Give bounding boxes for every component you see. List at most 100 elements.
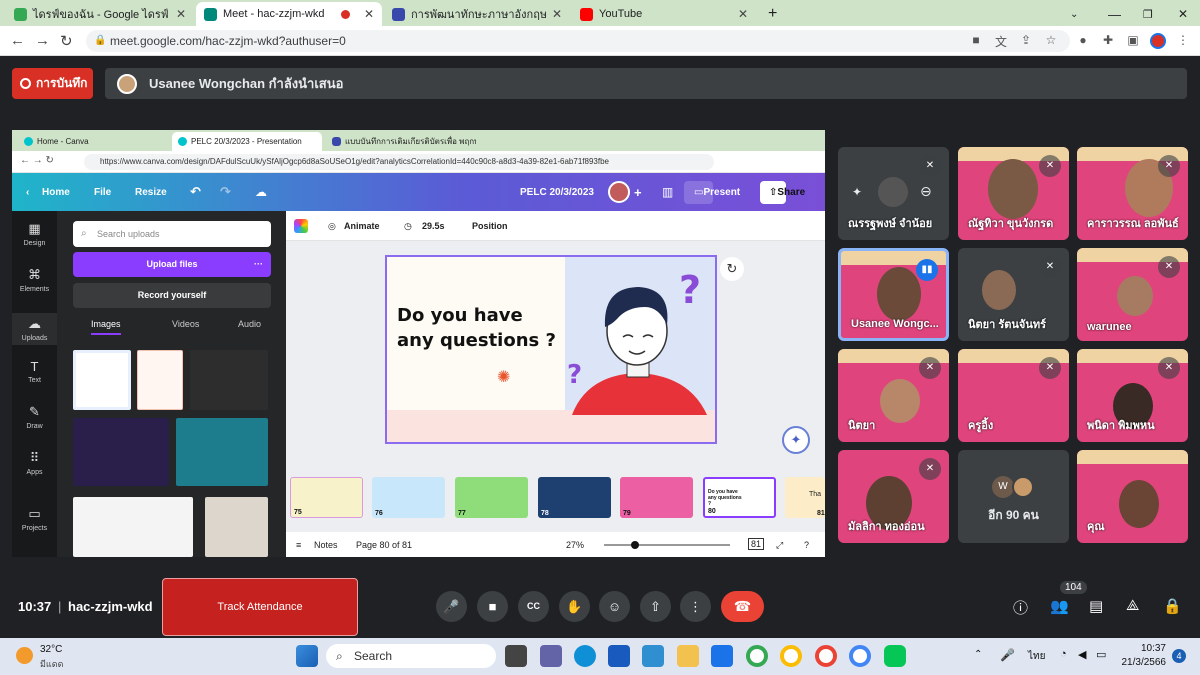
tab-drive[interactable]: ไดรฟ์ของฉัน - Google ไดรฟ์ ✕: [6, 2, 194, 26]
chevron-left-icon: ‹: [26, 186, 30, 198]
participant-tile[interactable]: ✕ นิตยา รัตนจันทร์: [958, 248, 1069, 341]
close-icon[interactable]: ✕: [552, 7, 562, 21]
participant-tile[interactable]: ✕ พนิดา พิมพหน: [1077, 349, 1188, 442]
back-icon[interactable]: ←: [10, 32, 25, 49]
end-call-button[interactable]: ☎: [721, 591, 764, 622]
raise-hand-button[interactable]: ✋: [559, 591, 590, 622]
participant-tile[interactable]: ✕ คาราวรรณ ลอพันธ์: [1077, 147, 1188, 240]
participant-tile-self[interactable]: คุณ: [1077, 450, 1188, 543]
film-number: 78: [541, 510, 549, 517]
chat-icon[interactable]: ▤: [1089, 597, 1103, 615]
upload-thumbnail: [73, 497, 193, 557]
remove-icon[interactable]: ⊖: [920, 183, 932, 200]
forward-icon[interactable]: →: [35, 32, 50, 49]
battery-icon[interactable]: ▭: [1096, 648, 1106, 661]
tab-english[interactable]: การพัฒนาทักษะภาษาอังกฤษ English ✕: [384, 2, 570, 26]
translate-icon[interactable]: 文: [993, 33, 1009, 49]
url-input[interactable]: 🔒 meet.google.com/hac-zzjm-wkd?authuser=…: [86, 30, 1070, 52]
participant-video: [1117, 276, 1153, 316]
rail-apps: ⠿ Apps: [12, 450, 57, 476]
app-l-icon[interactable]: [642, 645, 664, 667]
upload-thumbnail: [190, 350, 268, 410]
emoji-button[interactable]: ☺: [599, 591, 630, 622]
taskbar-search[interactable]: ⌕ Search: [326, 644, 496, 668]
rail-text: T Text: [12, 359, 57, 384]
film-slide: 76: [372, 477, 445, 518]
line-icon[interactable]: [884, 645, 906, 667]
profile-avatar[interactable]: [1150, 33, 1166, 49]
notification-badge[interactable]: 4: [1172, 649, 1186, 663]
participant-tile-speaking[interactable]: ▮▮ Usanee Wongc...: [838, 248, 949, 341]
rail-label: Uploads: [21, 335, 48, 342]
extension-bear-icon[interactable]: ●: [1075, 33, 1091, 49]
upload-cloud-icon: ☁: [28, 316, 41, 331]
teams-icon[interactable]: [540, 645, 562, 667]
wifi-icon[interactable]: ◔: [1060, 648, 1067, 660]
mic-tray-icon[interactable]: 🎤: [1000, 648, 1015, 662]
more-icon: ···: [254, 259, 263, 269]
mail-icon[interactable]: [711, 645, 733, 667]
captions-button[interactable]: CC: [518, 591, 549, 622]
more-participants-tile[interactable]: W อีก 90 คน: [958, 450, 1069, 543]
tab-list-icon[interactable]: ⌄: [1062, 2, 1086, 26]
activities-icon[interactable]: ⟁: [1126, 597, 1139, 614]
participant-tile[interactable]: ✕ นิตยา: [838, 349, 949, 442]
mic-button[interactable]: 🎤: [436, 591, 467, 622]
rail-label: Projects: [21, 525, 48, 532]
new-tab-button[interactable]: +: [760, 2, 785, 26]
participant-video: [880, 379, 920, 423]
menu-resize: Resize: [135, 186, 167, 198]
participant-tile[interactable]: ✕ warunee: [1077, 248, 1188, 341]
people-icon[interactable]: 👥: [1050, 597, 1069, 615]
window-close-icon[interactable]: ✕: [1170, 2, 1196, 26]
sidepanel-icon[interactable]: ▣: [1125, 33, 1141, 49]
participant-tile[interactable]: ✕ ณัฐทิวา ขุนวังกรด: [958, 147, 1069, 240]
menu-kebab-icon[interactable]: ⋮: [1175, 33, 1191, 49]
close-icon[interactable]: ✕: [176, 7, 186, 21]
camera-icon[interactable]: ■: [968, 33, 984, 49]
chrome-icon[interactable]: [815, 645, 837, 667]
tab-youtube[interactable]: YouTube ✕: [572, 2, 756, 26]
word-icon[interactable]: [608, 645, 630, 667]
pin-icon[interactable]: ✦: [852, 185, 862, 199]
restore-icon[interactable]: ❐: [1135, 2, 1161, 26]
menu-home: Home: [42, 186, 70, 198]
slide-canvas: Do you have any questions ? ✺ ? ?: [385, 255, 717, 444]
reload-icon[interactable]: ↻: [60, 32, 73, 50]
edge-icon[interactable]: [574, 645, 596, 667]
film-slide: 77: [455, 477, 528, 518]
canva-toolbar: ◎ Animate ◷ 29.5s Position: [286, 211, 825, 241]
file-explorer-icon[interactable]: [677, 645, 699, 667]
participant-tile[interactable]: ✕ มัลลิกา ทองอ่อน: [838, 450, 949, 543]
page-indicator: Page 80 of 81: [356, 540, 413, 550]
windows-start-icon[interactable]: [296, 645, 318, 667]
participant-tile[interactable]: ✕ ครูอิ้ง: [958, 349, 1069, 442]
chrome-icon[interactable]: [849, 645, 871, 667]
close-icon[interactable]: ✕: [364, 7, 374, 21]
bookmark-star-icon[interactable]: ☆: [1043, 33, 1059, 49]
share-page-icon[interactable]: ⇪: [1018, 33, 1034, 49]
chrome-icon[interactable]: [780, 645, 802, 667]
rail-label: Text: [28, 377, 41, 384]
tab-label: Meet - hac-zzjm-wkd: [223, 8, 325, 20]
minimize-icon[interactable]: —: [1100, 2, 1129, 26]
language-indicator[interactable]: ไทย: [1028, 649, 1045, 664]
info-icon[interactable]: ⓘ: [1013, 597, 1028, 618]
present-screen-button[interactable]: ⇧: [640, 591, 671, 622]
close-icon[interactable]: ✕: [738, 7, 748, 21]
track-attendance-button[interactable]: Track Attendance: [162, 578, 358, 636]
host-controls-icon[interactable]: 🔒: [1163, 597, 1182, 615]
forms-icon: [332, 137, 341, 146]
participant-tile[interactable]: ✦ ⊖ ✕ ณรรฐพงษ์ จำน้อย: [838, 147, 949, 240]
task-view-icon[interactable]: [505, 645, 527, 667]
tray-chevron-icon[interactable]: ⌃: [974, 649, 982, 660]
camera-button[interactable]: ■: [477, 591, 508, 622]
more-options-button[interactable]: ⋮: [680, 591, 711, 622]
tab-meet[interactable]: Meet - hac-zzjm-wkd ✕: [196, 2, 382, 26]
chrome-icon[interactable]: [746, 645, 768, 667]
shared-tab-label: PELC 20/3/2023 - Presentation: [191, 137, 302, 146]
svg-text:?: ?: [567, 360, 582, 390]
recording-badge[interactable]: การบันทึก: [12, 68, 93, 99]
extensions-puzzle-icon[interactable]: ✚: [1100, 33, 1116, 49]
volume-icon[interactable]: ◀: [1078, 648, 1086, 661]
